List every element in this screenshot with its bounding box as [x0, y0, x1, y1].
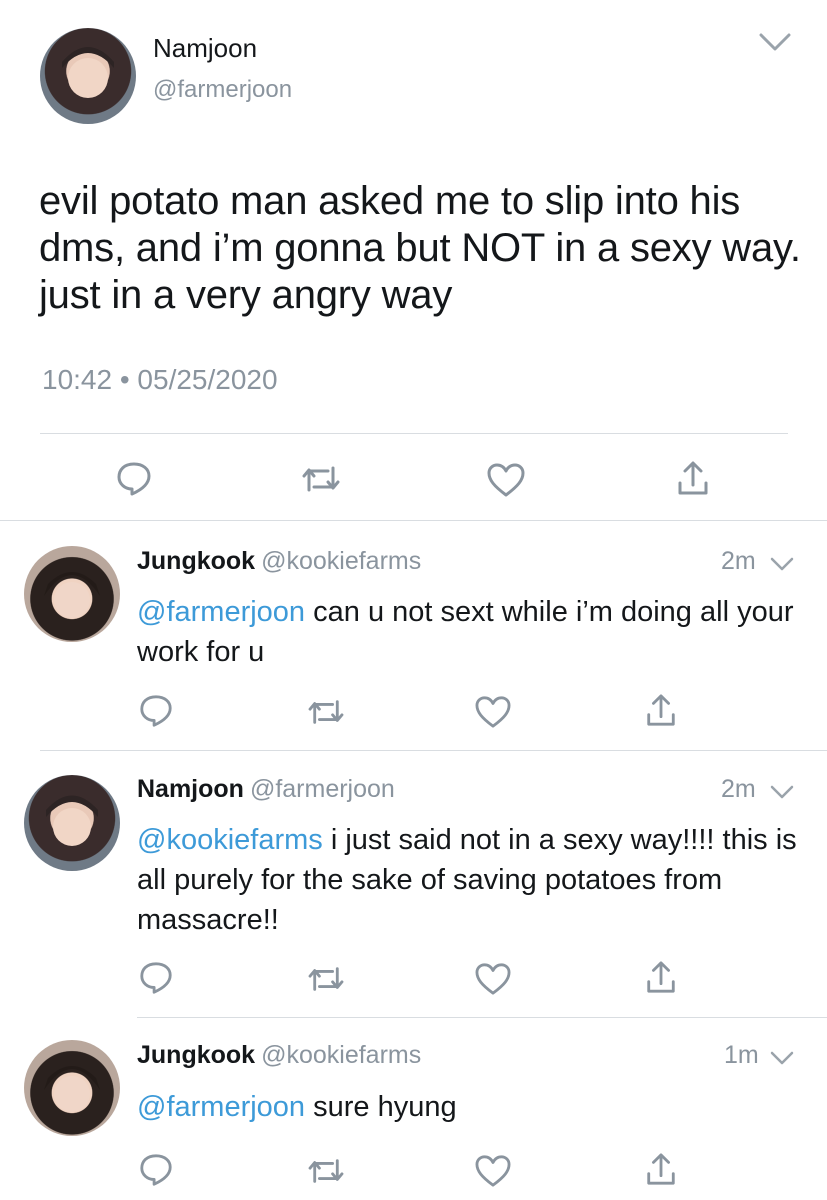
- chevron-down-icon[interactable]: [769, 555, 795, 573]
- reply-icon[interactable]: [138, 1152, 174, 1188]
- author-name[interactable]: Jungkook: [137, 547, 255, 575]
- share-icon[interactable]: [644, 692, 678, 728]
- avatar[interactable]: [40, 28, 136, 124]
- divider: [0, 520, 827, 521]
- mention-link[interactable]: @farmerjoon: [137, 1091, 305, 1123]
- like-icon[interactable]: [474, 1154, 512, 1188]
- like-icon[interactable]: [486, 462, 526, 498]
- like-icon[interactable]: [474, 962, 512, 996]
- reply-header: Namjoon @farmerjoon: [137, 775, 395, 804]
- reply-icon[interactable]: [138, 960, 174, 996]
- like-icon[interactable]: [474, 695, 512, 729]
- retweet-icon[interactable]: [306, 1155, 346, 1187]
- share-icon[interactable]: [675, 459, 711, 497]
- divider: [40, 433, 788, 434]
- author-handle[interactable]: @farmerjoon: [250, 775, 395, 803]
- chevron-down-icon[interactable]: [758, 30, 792, 54]
- avatar[interactable]: [24, 546, 120, 642]
- retweet-icon[interactable]: [306, 696, 346, 728]
- share-icon[interactable]: [644, 1151, 678, 1187]
- author-handle[interactable]: @kookiefarms: [261, 1041, 421, 1069]
- reply-icon[interactable]: [115, 460, 153, 498]
- author-name[interactable]: Jungkook: [137, 1041, 255, 1069]
- divider: [137, 1017, 827, 1018]
- reply-time[interactable]: 2m: [721, 775, 756, 804]
- tweet-text: evil potato man asked me to slip into hi…: [39, 179, 801, 317]
- reply-text: @farmerjoon sure hyung: [137, 1087, 807, 1127]
- retweet-icon[interactable]: [306, 963, 346, 995]
- reply-header: Jungkook @kookiefarms: [137, 547, 421, 576]
- reply-header: Jungkook @kookiefarms: [137, 1041, 421, 1070]
- retweet-icon[interactable]: [300, 462, 342, 496]
- tweet-timestamp[interactable]: 10:42 • 05/25/2020: [42, 364, 278, 396]
- reply-time[interactable]: 1m: [724, 1041, 759, 1070]
- mention-link[interactable]: @kookiefarms: [137, 824, 323, 856]
- reply-icon[interactable]: [138, 693, 174, 729]
- author-handle[interactable]: @kookiefarms: [261, 547, 421, 575]
- reply-time[interactable]: 2m: [721, 547, 756, 576]
- chevron-down-icon[interactable]: [769, 1049, 795, 1067]
- avatar[interactable]: [24, 1040, 120, 1136]
- chevron-down-icon[interactable]: [769, 783, 795, 801]
- mention-link[interactable]: @farmerjoon: [137, 596, 305, 628]
- avatar[interactable]: [24, 775, 120, 871]
- divider: [40, 750, 827, 751]
- share-icon[interactable]: [644, 959, 678, 995]
- reply-text: @farmerjoon can u not sext while i’m doi…: [137, 592, 807, 672]
- reply-body: sure hyung: [313, 1091, 457, 1123]
- author-name[interactable]: Namjoon: [153, 33, 257, 64]
- author-name[interactable]: Namjoon: [137, 775, 244, 803]
- reply-text: @kookiefarms i just said not in a sexy w…: [137, 820, 807, 940]
- author-handle[interactable]: @farmerjoon: [153, 76, 292, 104]
